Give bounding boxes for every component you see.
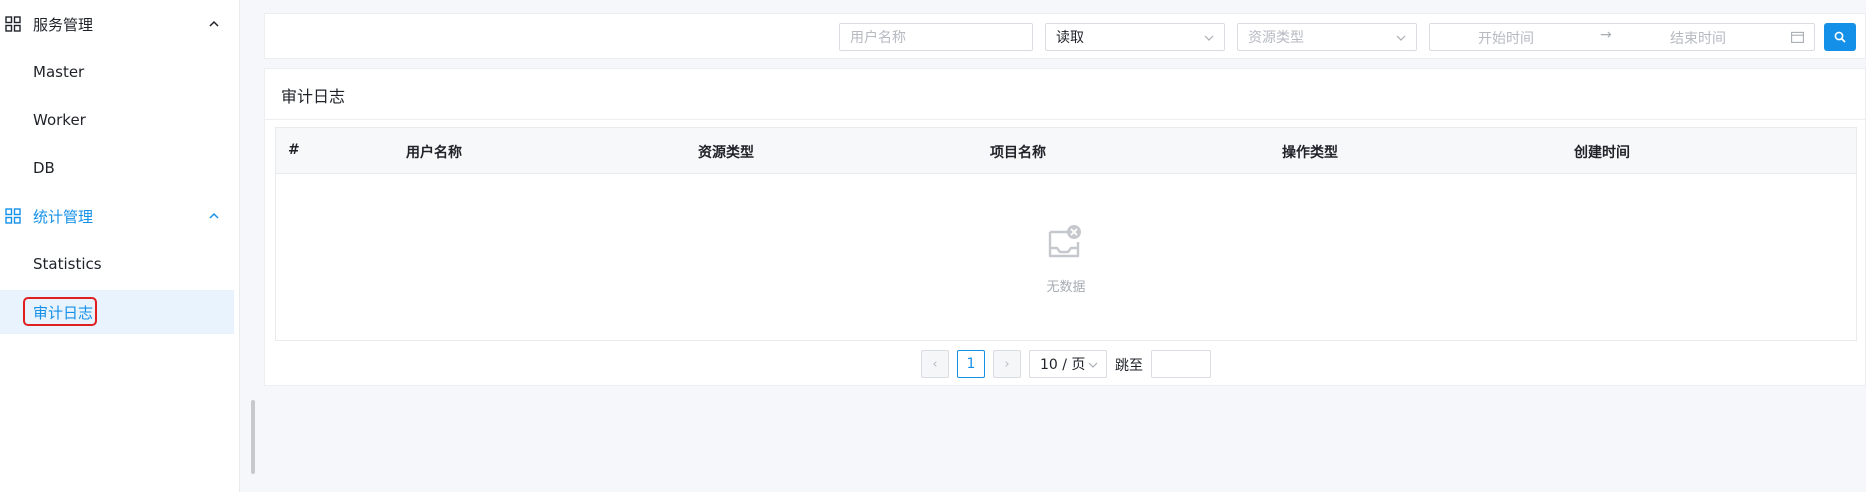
user-name-input[interactable]: 用户名称 [839, 23, 1033, 51]
page-size-value: 10 / 页 [1040, 357, 1086, 373]
jump-to-page-input[interactable] [1151, 350, 1211, 378]
grid-icon [5, 16, 21, 32]
column-header-resource-type: 资源类型 [698, 145, 754, 161]
operation-type-select[interactable]: 读取 [1045, 23, 1225, 51]
highlight-ring [23, 297, 97, 326]
start-time-placeholder[interactable]: 开始时间 [1478, 28, 1534, 48]
sidebar-group-label: 服务管理 [33, 15, 94, 34]
sidebar-item-label: Worker [33, 111, 86, 129]
end-time-placeholder[interactable]: 结束时间 [1670, 28, 1726, 48]
search-button[interactable] [1824, 23, 1856, 51]
chevron-down-icon [1088, 362, 1098, 368]
next-page-button[interactable]: › [993, 350, 1021, 378]
operation-type-value: 读取 [1056, 30, 1084, 46]
column-header-created-time: 创建时间 [1574, 145, 1630, 161]
page-size-select[interactable]: 10 / 页 [1029, 350, 1107, 378]
sidebar-item-master[interactable]: Master [0, 50, 234, 94]
range-arrow: → [1600, 27, 1612, 43]
column-header-user-name: 用户名称 [406, 145, 462, 161]
sidebar-item-db[interactable]: DB [0, 146, 234, 190]
chevron-down-icon [1396, 35, 1406, 41]
sidebar-item-label: Statistics [33, 255, 102, 273]
calendar-icon [1791, 31, 1804, 43]
sidebar-group-statistics-management[interactable]: 统计管理 [0, 192, 240, 240]
resource-type-select[interactable]: 资源类型 [1237, 23, 1417, 51]
grid-icon [5, 208, 21, 224]
sidebar-item-label: Master [33, 63, 85, 81]
sidebar-item-statistics[interactable]: Statistics [0, 242, 234, 286]
chevron-up-icon [209, 20, 219, 27]
table-header: # 用户名称 资源类型 项目名称 操作类型 创建时间 [276, 128, 1856, 174]
resource-type-placeholder: 资源类型 [1248, 30, 1304, 46]
sidebar-item-label: DB [33, 159, 55, 177]
search-bar: 用户名称 读取 资源类型 开始时间 → 结束时间 [264, 13, 1866, 59]
sidebar-item-worker[interactable]: Worker [0, 98, 234, 142]
empty-state-text: 无数据 [1046, 280, 1086, 295]
chevron-down-icon [1204, 35, 1214, 41]
user-name-placeholder: 用户名称 [850, 30, 906, 46]
page-number-button[interactable]: 1 [957, 350, 985, 378]
sidebar-group-label: 统计管理 [33, 207, 94, 226]
scrollbar-thumb[interactable] [251, 400, 255, 474]
date-range-picker[interactable]: 开始时间 → 结束时间 [1429, 23, 1815, 51]
divider [265, 119, 1866, 120]
column-header-project-name: 项目名称 [990, 145, 1046, 161]
audit-log-table: # 用户名称 资源类型 项目名称 操作类型 创建时间 无数据 [275, 127, 1857, 341]
sidebar-group-service-management[interactable]: 服务管理 [0, 0, 240, 48]
page-title: 审计日志 [281, 87, 346, 106]
empty-inbox-icon [1048, 225, 1081, 258]
search-icon [1834, 31, 1846, 43]
audit-log-card: 审计日志 # 用户名称 资源类型 项目名称 操作类型 创建时间 无数据 ‹ 1 … [264, 68, 1866, 386]
sidebar: 服务管理 Master Worker DB 统计管理 Statistics 审计… [0, 0, 240, 492]
column-header-operation-type: 操作类型 [1282, 145, 1338, 161]
prev-page-button[interactable]: ‹ [921, 350, 949, 378]
chevron-up-icon [209, 212, 219, 219]
column-header-index: # [288, 142, 300, 158]
jump-label: 跳至 [1115, 358, 1143, 374]
